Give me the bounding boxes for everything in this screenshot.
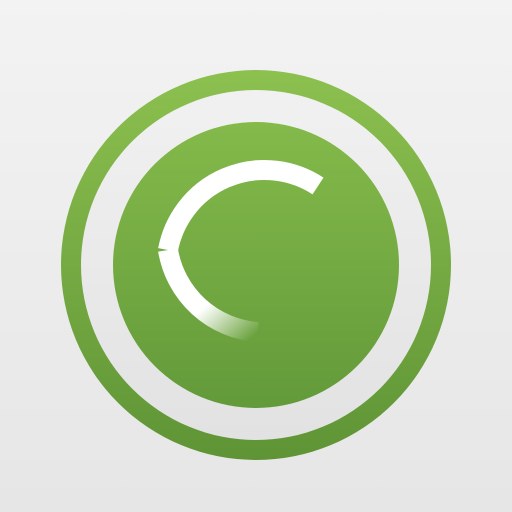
circle-logo-icon: [61, 70, 451, 460]
app-icon: [0, 0, 512, 512]
